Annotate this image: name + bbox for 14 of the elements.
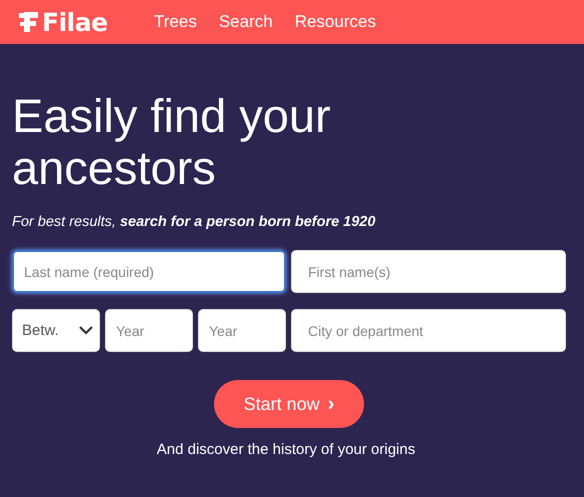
nav-link[interactable]: Search — [218, 12, 273, 32]
year-field[interactable]: Year — [198, 309, 286, 352]
chevron-down-icon — [79, 326, 93, 335]
logo-text[interactable]: Filae — [42, 10, 108, 34]
hero-subtitle: For best results, search for a person born before 1920 — [12, 214, 376, 230]
caption-text: And discover the history of your origins — [156, 441, 416, 458]
nav-link[interactable]: Trees — [154, 12, 197, 32]
year-field[interactable]: Year — [105, 309, 193, 352]
logo-icon — [18, 10, 40, 34]
nav-link[interactable]: Resources — [294, 12, 376, 32]
hero-title: Easily find your ancestors — [12, 90, 332, 194]
period-dropdown[interactable]: Betw. — [12, 309, 100, 352]
input-field[interactable]: Last name (required) — [12, 250, 286, 293]
start-button[interactable]: Start now › — [214, 380, 364, 428]
